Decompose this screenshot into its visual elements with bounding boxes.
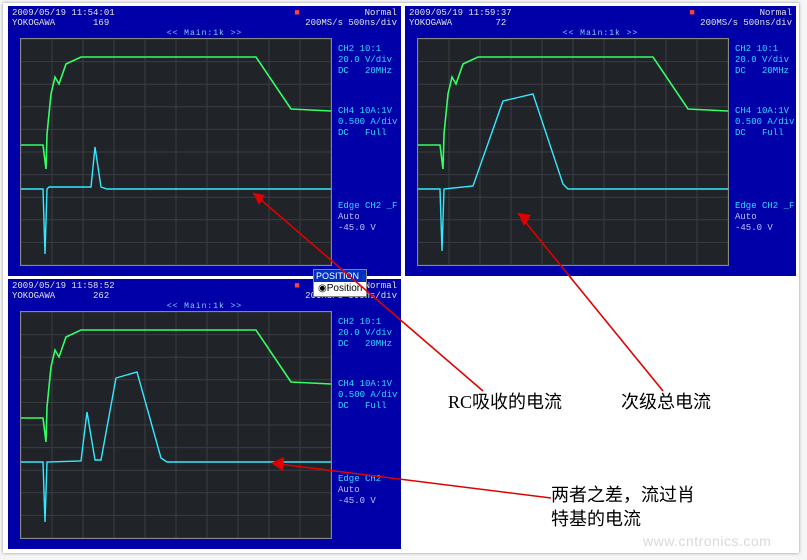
scope-b-ch2-readout: CH2 10:1 20.0 V/div DC 20MHz	[735, 44, 789, 77]
brand: YOKOGAWA	[12, 18, 55, 28]
scope-c: 2009/05/19 11:58:52 YOKOGAWA 262 ■ Norma…	[8, 279, 401, 549]
label-rc: RC吸收的电流	[448, 390, 562, 414]
scope-b: 2009/05/19 11:59:37 YOKOGAWA 72 ■ Normal…	[405, 6, 796, 276]
scope-c-svg	[21, 312, 331, 538]
image-frame: 2009/05/19 11:54:01 YOKOGAWA 169 ■ Norma…	[3, 3, 799, 553]
scope-a-svg	[21, 39, 331, 265]
scope-a: 2009/05/19 11:54:01 YOKOGAWA 169 ■ Norma…	[8, 6, 401, 276]
mode: Normal	[365, 281, 397, 291]
rate: 200MS/s 500ns/div	[700, 18, 792, 28]
scope-c-subhdr: << Main:1k >>	[8, 302, 401, 311]
brand: YOKOGAWA	[409, 18, 452, 28]
scope-c-ch4-readout: CH4 10A:1V 0.500 A/div DC Full	[338, 379, 397, 412]
rate: 200MS/s 500ns/div	[305, 18, 397, 28]
seq: 72	[495, 18, 506, 28]
scope-b-trig-readout: Edge CH2 _F Auto -45.0 V	[735, 201, 794, 234]
position-bullet-icon: ◉	[318, 283, 327, 294]
scope-a-ch4-readout: CH4 10A:1V 0.500 A/div DC Full	[338, 106, 397, 139]
scope-b-header: 2009/05/19 11:59:37 YOKOGAWA 72 ■ Normal…	[405, 6, 796, 28]
scope-a-trig-readout: Edge CH2 _F Auto -45.0 V	[338, 201, 397, 234]
scope-c-plot	[20, 311, 332, 539]
position-box: POSITION ◉Position	[313, 269, 367, 297]
seq: 169	[93, 18, 109, 28]
scope-b-ch4-readout: CH4 10A:1V 0.500 A/div DC Full	[735, 106, 794, 139]
label-diff2: 特基的电流	[551, 507, 641, 531]
position-item: Position	[327, 283, 363, 294]
ts: 2009/05/19 11:58:52	[12, 281, 115, 291]
scope-c-ch2-readout: CH2 10:1 20.0 V/div DC 20MHz	[338, 317, 392, 350]
stop-icon: ■	[294, 8, 299, 18]
seq: 262	[93, 291, 109, 301]
label-diff1: 两者之差，流过肖	[551, 483, 695, 507]
ts: 2009/05/19 11:59:37	[409, 8, 512, 18]
scope-b-svg	[418, 39, 728, 265]
stop-icon: ■	[689, 8, 694, 18]
scope-b-plot	[417, 38, 729, 266]
scope-a-plot	[20, 38, 332, 266]
scope-a-header: 2009/05/19 11:54:01 YOKOGAWA 169 ■ Norma…	[8, 6, 401, 28]
position-title: POSITION	[314, 270, 366, 282]
scope-b-subhdr: << Main:1k >>	[405, 29, 796, 38]
label-total: 次级总电流	[621, 390, 711, 414]
stop-icon: ■	[294, 281, 299, 291]
watermark: www.cntronics.com	[643, 533, 771, 549]
ts: 2009/05/19 11:54:01	[12, 8, 115, 18]
scope-a-subhdr: << Main:1k >>	[8, 29, 401, 38]
scope-c-trig-readout: Edge CH2 Auto -45.0 V	[338, 474, 381, 507]
mode: Normal	[365, 8, 397, 18]
brand: YOKOGAWA	[12, 291, 55, 301]
scope-a-ch2-readout: CH2 10:1 20.0 V/div DC 20MHz	[338, 44, 392, 77]
mode: Normal	[760, 8, 792, 18]
